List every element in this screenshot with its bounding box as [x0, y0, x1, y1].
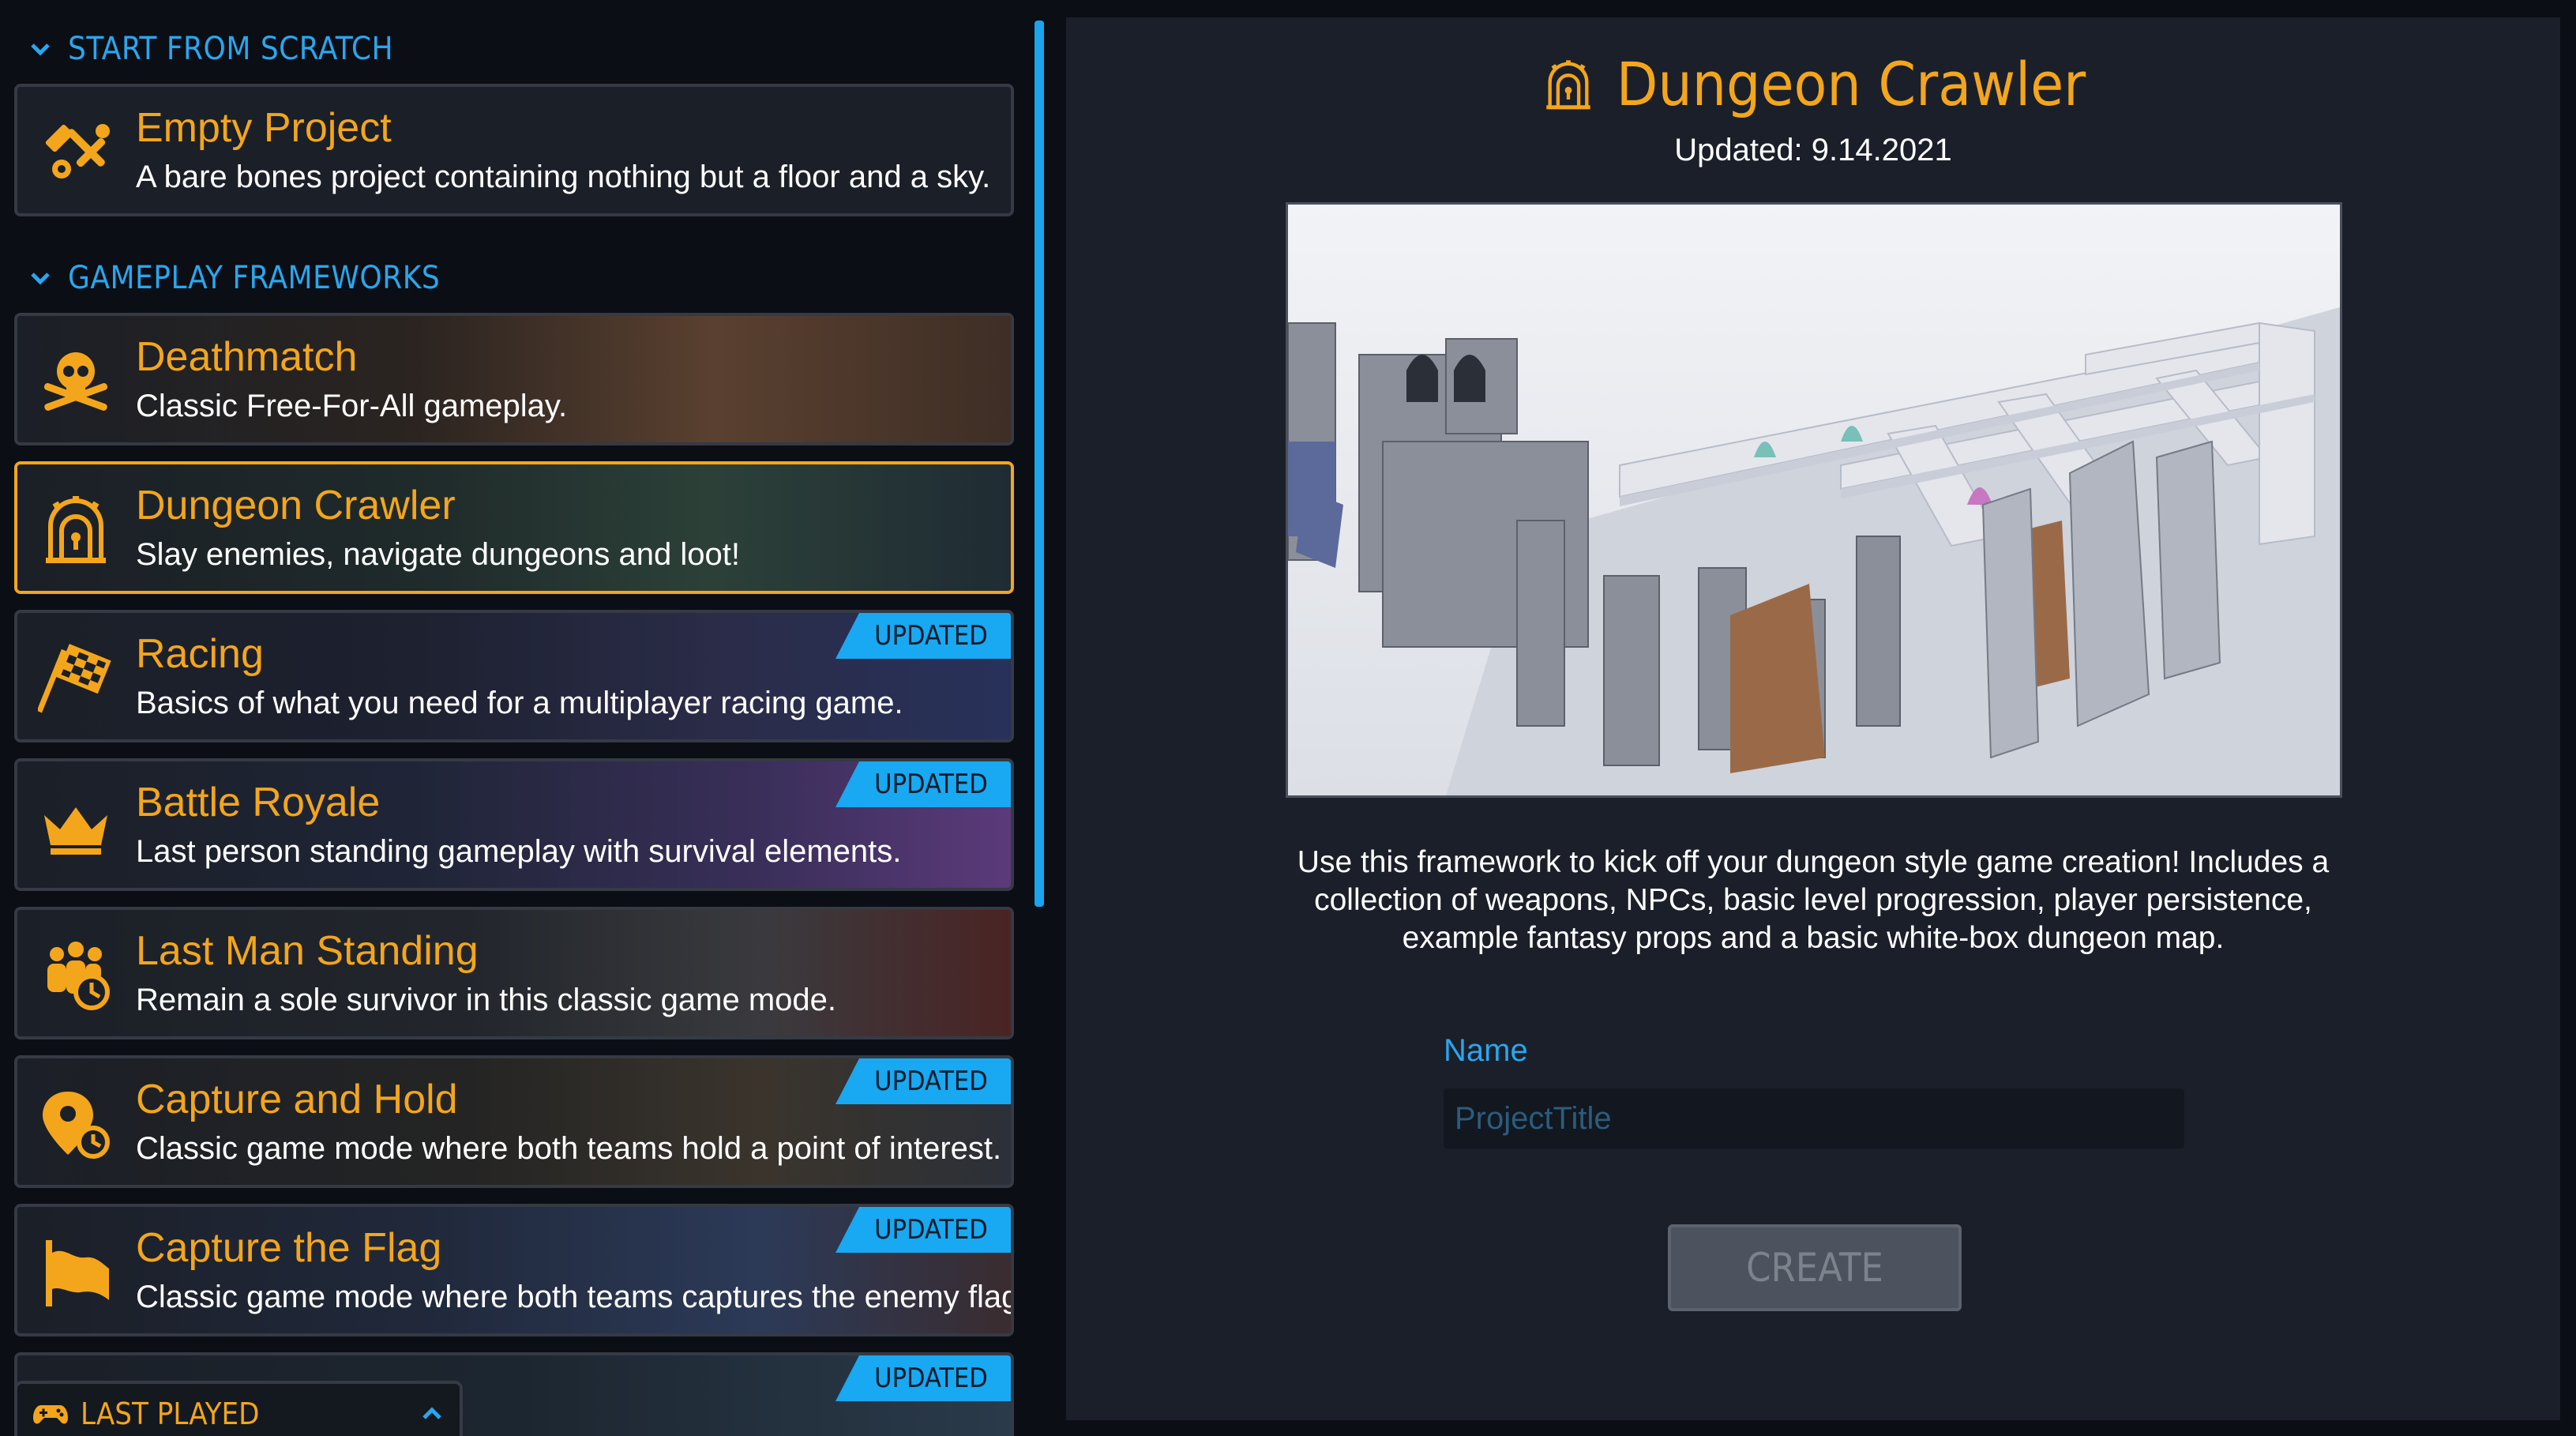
card-title: Battle Royale — [136, 780, 381, 825]
template-card-capture-the-flag[interactable]: Capture the Flag Classic game mode where… — [14, 1204, 1014, 1336]
template-card-battle-royale[interactable]: Battle Royale Last person standing gamep… — [14, 758, 1014, 891]
card-title: Capture the Flag — [136, 1225, 442, 1271]
name-label: Name — [1444, 1033, 1528, 1068]
card-description: Slay enemies, navigate dungeons and loot… — [136, 537, 740, 572]
template-card-capture-and-hold[interactable]: Capture and Hold Classic game mode where… — [14, 1055, 1014, 1188]
template-preview-image — [1286, 202, 2342, 798]
skull-crossbones-icon — [43, 352, 108, 411]
project-name-input[interactable] — [1444, 1088, 2184, 1148]
detail-title: Dungeon Crawler — [1616, 49, 2086, 119]
section-label: GAMEPLAY FRAMEWORKS — [68, 260, 441, 296]
updated-badge: UPDATED — [836, 1058, 1011, 1104]
card-title: Deathmatch — [136, 334, 358, 380]
updated-badge: UPDATED — [836, 1207, 1011, 1253]
hammer-wrench-icon — [45, 124, 110, 179]
template-description: Use this framework to kick off your dung… — [1297, 845, 2330, 955]
last-played-label: LAST PLAYED — [81, 1397, 260, 1431]
template-list: START FROM SCRATCH Empty Project A bare … — [0, 0, 1031, 1436]
dungeon-door-icon — [46, 496, 106, 563]
card-description: Classic Free-For-All gameplay. — [136, 389, 568, 423]
dungeon-door-icon — [1545, 59, 1590, 109]
template-detail-panel: Dungeon Crawler Updated: 9.14.2021 Use t… — [1066, 17, 2560, 1420]
card-title: Capture and Hold — [136, 1077, 458, 1122]
gamepad-icon — [33, 1405, 68, 1424]
template-card-dungeon-crawler[interactable]: Dungeon Crawler Slay enemies, navigate d… — [14, 461, 1014, 594]
card-title: Empty Project — [136, 105, 392, 151]
chevron-down-icon — [31, 273, 50, 285]
section-label: START FROM SCRATCH — [68, 31, 394, 67]
updated-badge: UPDATED — [836, 1355, 1011, 1401]
card-description: Last person standing gameplay with survi… — [136, 834, 902, 869]
template-card-empty-project[interactable]: Empty Project A bare bones project conta… — [14, 84, 1014, 216]
crown-icon — [44, 807, 107, 855]
updated-date: Updated: 9.14.2021 — [1674, 133, 1952, 167]
card-title: Dungeon Crawler — [136, 483, 456, 528]
flag-icon — [46, 1240, 109, 1306]
map-pin-timer-icon — [43, 1092, 110, 1159]
card-description: Classic game mode where both teams captu… — [136, 1280, 1014, 1314]
card-description: Basics of what you need for a multiplaye… — [136, 686, 903, 720]
last-played-tab[interactable]: LAST PLAYED — [14, 1381, 463, 1436]
updated-badge: UPDATED — [836, 613, 1011, 659]
checkered-flag-icon — [38, 644, 111, 713]
card-description: Remain a sole survivor in this classic g… — [136, 983, 837, 1017]
dungeon-preview-illustration — [1288, 205, 2340, 795]
updated-badge: UPDATED — [836, 761, 1011, 807]
card-title: Racing — [136, 631, 264, 677]
group-timer-icon — [47, 942, 110, 1010]
card-title: Last Man Standing — [136, 928, 479, 974]
card-description: Classic game mode where both teams hold … — [136, 1131, 1002, 1166]
chevron-down-icon — [31, 43, 50, 56]
create-button[interactable]: CREATE — [1668, 1224, 1962, 1311]
template-card-racing[interactable]: Racing Basics of what you need for a mul… — [14, 610, 1014, 742]
card-description: A bare bones project containing nothing … — [136, 160, 991, 194]
detail-header: Dungeon Crawler — [1066, 49, 2560, 119]
section-gameplay-frameworks[interactable]: GAMEPLAY FRAMEWORKS — [28, 254, 440, 302]
section-start-from-scratch[interactable]: START FROM SCRATCH — [28, 25, 393, 73]
chevron-up-icon[interactable] — [420, 1402, 444, 1426]
template-card-last-man-standing[interactable]: Last Man Standing Remain a sole survivor… — [14, 907, 1014, 1039]
template-card-deathmatch[interactable]: Deathmatch Classic Free-For-All gameplay… — [14, 313, 1014, 445]
list-scrollbar[interactable] — [1035, 21, 1044, 907]
